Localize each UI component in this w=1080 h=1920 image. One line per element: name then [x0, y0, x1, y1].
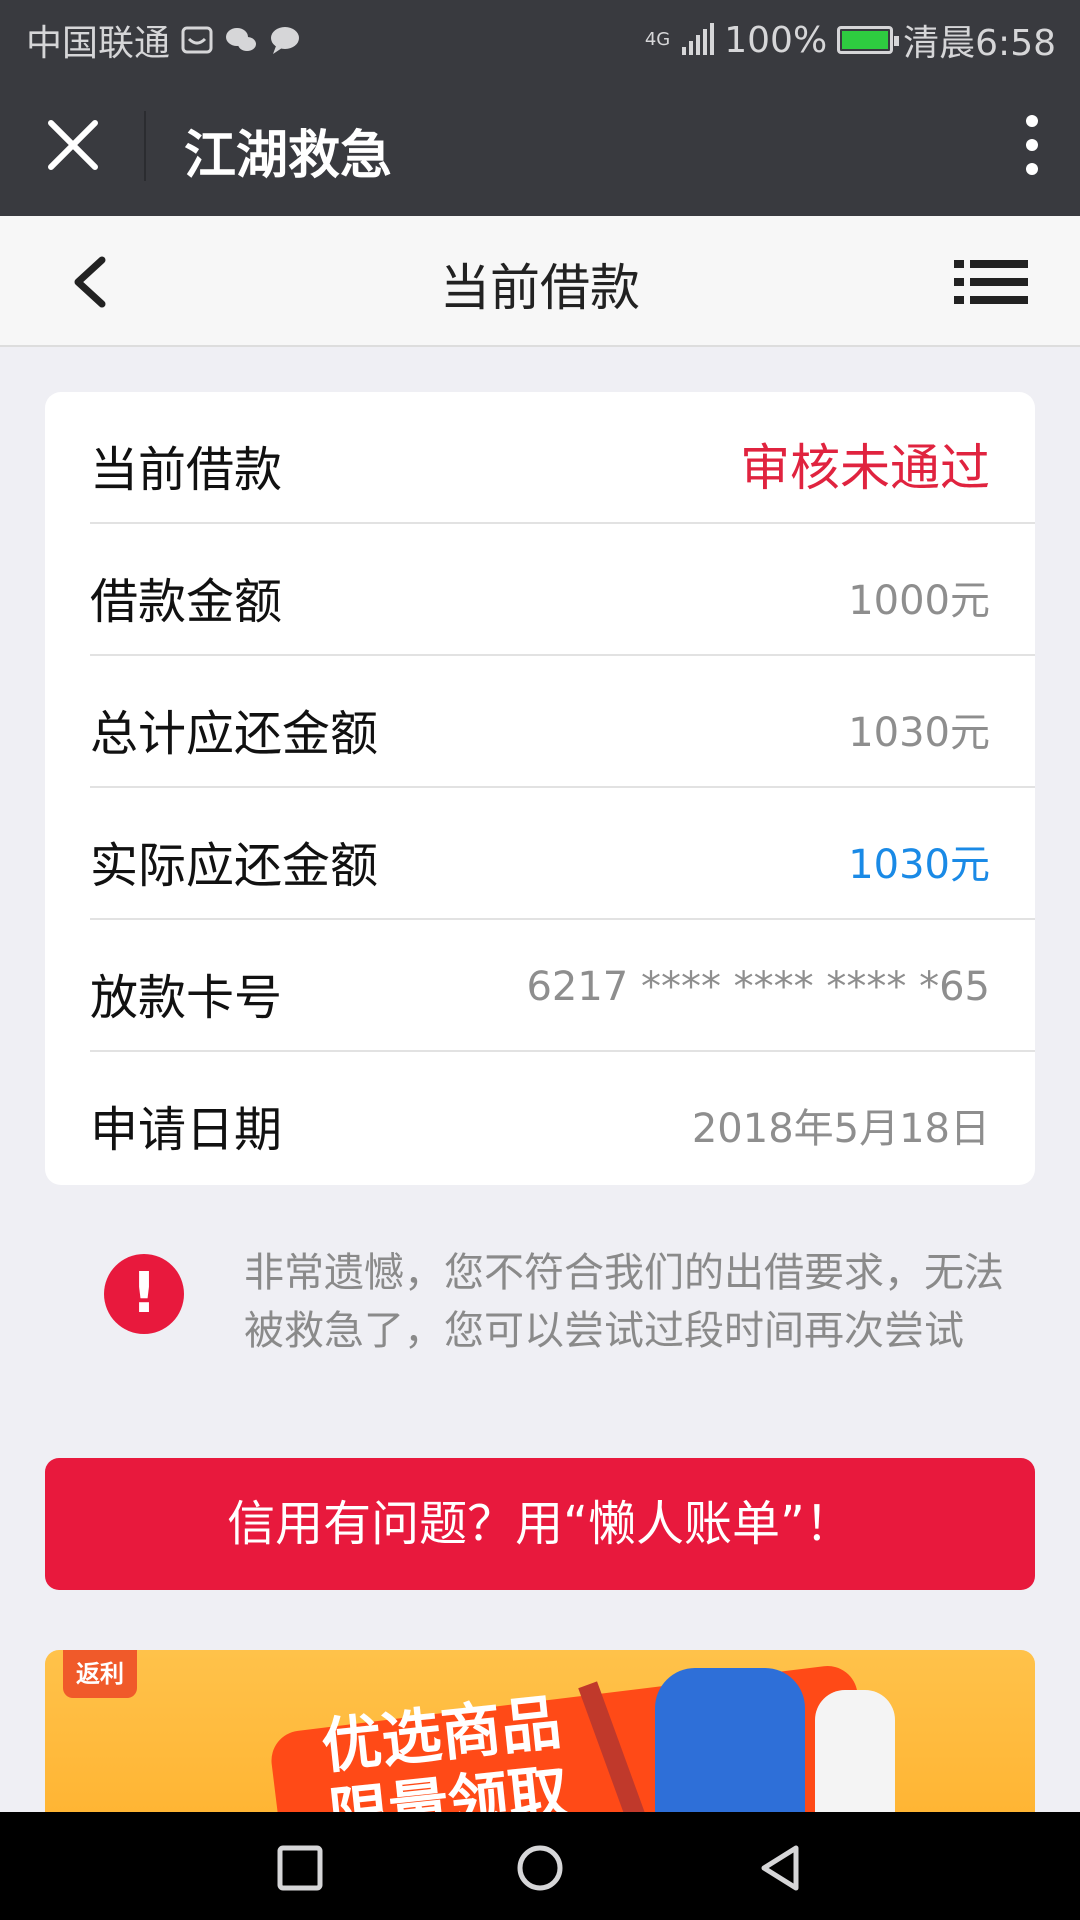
back-icon[interactable] [756, 1844, 804, 1892]
list-menu-icon[interactable] [954, 260, 1028, 304]
card-number-value: 6217 **** **** **** *65 [526, 964, 990, 1010]
app-title: 江湖救急 [184, 126, 393, 186]
fanli-logo: 返利 [63, 1650, 137, 1698]
lazy-bill-button[interactable]: 信用有问题？用“懒人账单”！ [45, 1458, 1035, 1590]
total-repay-row: 总计应还金额 1030元 [90, 656, 1035, 788]
notice-text: 非常遗憾，您不符合我们的出借要求，无法被救急了，您可以尝试过段时间再次尝试 [244, 1250, 1004, 1354]
page-title: 当前借款 [440, 259, 640, 317]
row-label: 放款卡号 [90, 970, 283, 1026]
loan-details-card: 当前借款 审核未通过 借款金额 1000元 总计应还金额 1030元 实际应还金… [45, 392, 1035, 1185]
row-label: 当前借款 [90, 442, 283, 498]
notification-app-icon [181, 26, 213, 54]
loan-status-value: 审核未通过 [740, 439, 990, 497]
loan-status-row: 当前借款 审核未通过 [90, 392, 1035, 524]
detergent-bottle-image [655, 1668, 805, 1812]
actual-repay-value: 1030元 [848, 842, 990, 888]
app-title-bar: 江湖救急 [0, 75, 1080, 216]
page-header: 当前借款 [0, 216, 1080, 347]
recents-icon[interactable] [276, 1844, 324, 1892]
banner-headline: 优选商品 限量领取 [318, 1688, 571, 1812]
wechat-icon [226, 28, 257, 51]
row-label: 总计应还金额 [90, 706, 379, 762]
row-label: 借款金额 [90, 574, 283, 630]
carrier-label: 中国联通 [26, 23, 171, 64]
home-icon[interactable] [516, 1844, 564, 1892]
rejection-notice: ! 非常遗憾，您不符合我们的出借要求，无法被救急了，您可以尝试过段时间再次尝试 [0, 1230, 1080, 1410]
title-divider [144, 111, 146, 181]
loan-amount-row: 借款金额 1000元 [90, 524, 1035, 656]
apply-date-value: 2018年5月18日 [691, 1106, 990, 1152]
total-repay-value: 1030元 [848, 710, 990, 756]
alert-icon: ! [104, 1254, 184, 1334]
actual-repay-row: 实际应还金额 1030元 [90, 788, 1035, 920]
message-icon [271, 27, 300, 54]
system-nav-bar [0, 1812, 1080, 1920]
status-bar: 中国联通 4G 100% 清晨6:58 [0, 0, 1080, 75]
battery-icon [837, 26, 900, 54]
shampoo-bottle-image [815, 1690, 895, 1812]
more-options-icon[interactable] [1024, 113, 1040, 177]
battery-percent: 100% [724, 19, 828, 61]
card-number-row: 放款卡号 6217 **** **** **** *65 [90, 920, 1035, 1052]
promo-banner[interactable]: 返利 优选商品 限量领取 [45, 1650, 1035, 1812]
row-label: 实际应还金额 [90, 838, 379, 894]
network-type-label: 4G [644, 29, 671, 50]
signal-icon [682, 23, 715, 55]
loan-amount-value: 1000元 [848, 578, 990, 624]
clock: 清晨6:58 [903, 23, 1056, 64]
row-label: 申请日期 [90, 1102, 283, 1158]
apply-date-row: 申请日期 2018年5月18日 [90, 1052, 1035, 1184]
close-icon[interactable] [45, 117, 101, 173]
